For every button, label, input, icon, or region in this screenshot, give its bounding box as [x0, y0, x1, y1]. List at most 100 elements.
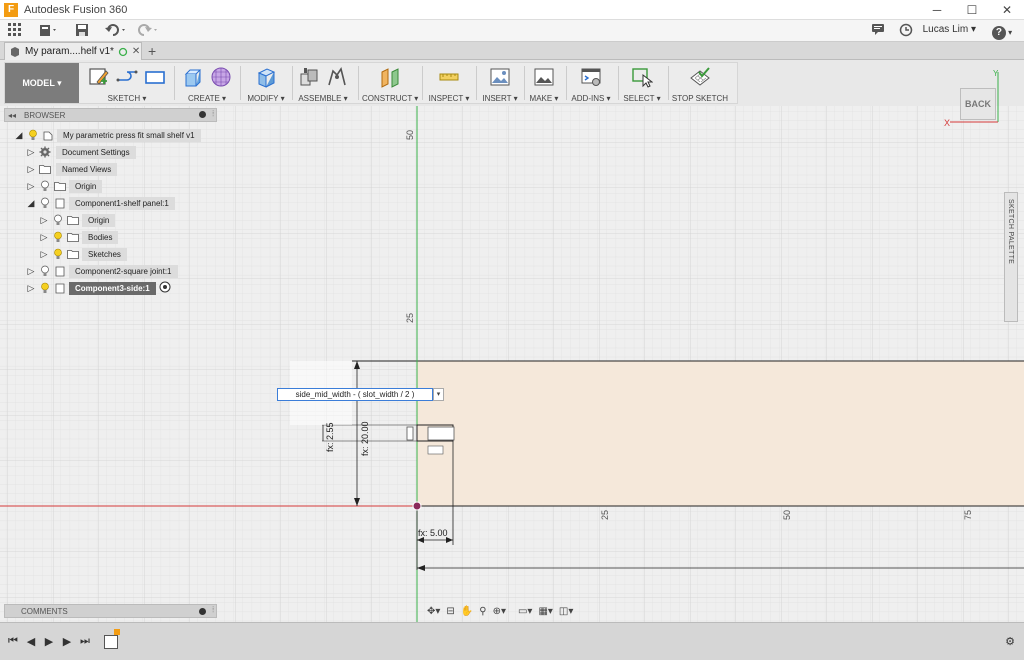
select-cursor-icon[interactable] — [630, 65, 654, 89]
browser-pin-icon[interactable]: ⦙ — [212, 109, 214, 119]
new-tab-button[interactable]: + — [148, 42, 156, 60]
collapsed-triangle-icon[interactable]: ▷ — [39, 232, 49, 243]
browser-panel-header[interactable]: ◂◂ BROWSER ⦙ — [4, 108, 217, 122]
form-sphere-icon[interactable] — [209, 65, 233, 89]
redo-icon[interactable] — [134, 23, 160, 39]
modify-menu-label[interactable]: MODIFY ▾ — [244, 94, 288, 103]
visibility-bulb-icon[interactable] — [27, 129, 39, 141]
collapsed-triangle-icon[interactable]: ▷ — [26, 164, 36, 175]
tree-item-component3[interactable]: ▷ Component3-side:1 — [26, 281, 171, 295]
joint-icon[interactable] — [325, 65, 349, 89]
go-to-end-icon[interactable]: ⏭ — [78, 633, 92, 649]
visibility-bulb-icon[interactable] — [39, 282, 51, 294]
comments-panel-header[interactable]: COMMENTS ⦙ — [4, 604, 217, 618]
width-dimension-text[interactable]: fx: 5.00 — [418, 528, 448, 538]
side-body-profile[interactable] — [417, 361, 1024, 506]
create-sketch-icon[interactable] — [87, 65, 111, 89]
data-panel-grid-icon[interactable] — [6, 23, 24, 39]
save-icon[interactable] — [74, 23, 90, 39]
constraint-glyph[interactable] — [427, 445, 444, 455]
timeline-settings-gear-icon[interactable]: ⚙ — [1003, 633, 1017, 649]
make-group[interactable]: MAKE ▾ — [526, 63, 562, 103]
select-group[interactable]: SELECT ▾ — [620, 63, 664, 103]
undo-icon[interactable] — [103, 23, 129, 39]
render-image-icon[interactable] — [532, 65, 556, 89]
collapse-browser-icon[interactable]: ◂◂ — [8, 111, 16, 120]
go-to-start-icon[interactable]: ⏮ — [6, 633, 20, 649]
sketch-menu-label[interactable]: SKETCH ▾ — [84, 94, 170, 103]
maximize-button[interactable]: ☐ — [955, 0, 989, 20]
tree-item-origin[interactable]: ▷ Origin — [26, 179, 103, 193]
collapsed-triangle-icon[interactable]: ▷ — [26, 147, 36, 158]
sketch-canvas[interactable]: 50 25 25 50 75 fx: 20.00 fx: 2.55 fx: 5.… — [0, 106, 1024, 622]
addins-group[interactable]: ADD-INS ▾ — [568, 63, 614, 103]
close-window-button[interactable]: ✕ — [990, 0, 1024, 20]
assemble-group[interactable]: ASSEMBLE ▾ — [296, 63, 350, 103]
job-status-icon[interactable] — [870, 23, 886, 39]
press-pull-icon[interactable] — [254, 65, 278, 89]
select-menu-label[interactable]: SELECT ▾ — [620, 94, 664, 103]
visibility-bulb-icon[interactable] — [39, 180, 51, 192]
construct-menu-label[interactable]: CONSTRUCT ▾ — [362, 94, 418, 103]
dimension-expression-input[interactable]: side_mid_width - ( slot_width / 2 ) — [277, 388, 433, 401]
tree-item-sketches[interactable]: ▷ Sketches — [39, 247, 127, 261]
inspect-group[interactable]: INSPECT ▾ — [426, 63, 472, 103]
create-group[interactable]: CREATE ▾ — [178, 63, 236, 103]
sketch-palette-tab[interactable]: SKETCH PALETTE — [1004, 192, 1018, 322]
file-menu-icon[interactable] — [38, 23, 60, 39]
user-account-menu[interactable]: Lucas Lim ▾ — [923, 24, 976, 35]
expanded-triangle-icon[interactable]: ◢ — [26, 198, 36, 209]
create-menu-label[interactable]: CREATE ▾ — [178, 94, 236, 103]
height-dimension-text[interactable]: fx: 20.00 — [360, 421, 370, 456]
activate-component-icon[interactable] — [159, 281, 171, 296]
visibility-bulb-icon[interactable] — [52, 248, 64, 260]
origin-point[interactable] — [412, 501, 422, 511]
collapsed-triangle-icon[interactable]: ▷ — [26, 181, 36, 192]
document-tab[interactable]: My param....helf v1* ✕ — [4, 42, 142, 60]
look-at-icon[interactable]: ⊟ — [444, 604, 456, 618]
help-menu[interactable]: ? ▾ — [990, 23, 1014, 40]
step-forward-icon[interactable]: ▶ — [60, 633, 74, 649]
stop-sketch-group[interactable]: STOP SKETCH — [670, 63, 730, 103]
zoom-icon[interactable]: ⚲ — [477, 604, 488, 618]
minimize-button[interactable]: ─ — [920, 0, 954, 20]
make-menu-label[interactable]: MAKE ▾ — [526, 94, 562, 103]
tree-item-named-views[interactable]: ▷ Named Views — [26, 162, 118, 176]
stop-sketch-icon[interactable] — [688, 65, 712, 89]
collapsed-triangle-icon[interactable]: ▷ — [39, 215, 49, 226]
collapsed-triangle-icon[interactable]: ▷ — [26, 266, 36, 277]
add-comment-icon[interactable] — [199, 608, 206, 615]
display-settings-icon[interactable]: ▭▾ — [516, 604, 534, 618]
play-icon[interactable]: ▶ — [42, 633, 56, 649]
constraint-glyph[interactable] — [427, 426, 455, 441]
assemble-menu-label[interactable]: ASSEMBLE ▾ — [296, 94, 350, 103]
viewports-icon[interactable]: ◫▾ — [557, 604, 575, 618]
stop-sketch-label[interactable]: STOP SKETCH — [670, 94, 730, 103]
tree-item-component2[interactable]: ▷ Component2-square joint:1 — [26, 264, 178, 278]
sketch-group[interactable]: SKETCH ▾ — [84, 63, 170, 103]
comments-pin-icon[interactable]: ⦙ — [212, 605, 214, 615]
visibility-bulb-icon[interactable] — [39, 265, 51, 277]
tree-item-component1-origin[interactable]: ▷ Origin — [39, 213, 116, 227]
constraint-glyph[interactable] — [406, 426, 414, 441]
line-sketch-icon[interactable] — [115, 65, 139, 89]
tree-item-root[interactable]: ◢ My parametric press fit small shelf v1 — [14, 128, 201, 142]
timeline-marker-icon[interactable] — [114, 629, 120, 635]
insert-menu-label[interactable]: INSERT ▾ — [480, 94, 520, 103]
notification-clock-icon[interactable] — [898, 23, 914, 39]
timeline-sketch-feature-icon[interactable] — [104, 635, 118, 649]
visibility-bulb-icon[interactable] — [39, 197, 51, 209]
small-dimension-text[interactable]: fx: 2.55 — [325, 422, 335, 452]
tree-item-component1[interactable]: ◢ Component1-shelf panel:1 — [26, 196, 175, 210]
construct-group[interactable]: CONSTRUCT ▾ — [362, 63, 418, 103]
rectangle-sketch-icon[interactable] — [143, 65, 167, 89]
visibility-bulb-icon[interactable] — [52, 214, 64, 226]
pan-hand-icon[interactable]: ✋ — [459, 604, 475, 618]
insert-group[interactable]: INSERT ▾ — [480, 63, 520, 103]
addins-menu-label[interactable]: ADD-INS ▾ — [568, 94, 614, 103]
browser-options-icon[interactable] — [199, 111, 206, 118]
new-component-icon[interactable] — [297, 65, 321, 89]
collapsed-triangle-icon[interactable]: ▷ — [39, 249, 49, 260]
modify-group[interactable]: MODIFY ▾ — [244, 63, 288, 103]
extrude-icon[interactable] — [181, 65, 205, 89]
